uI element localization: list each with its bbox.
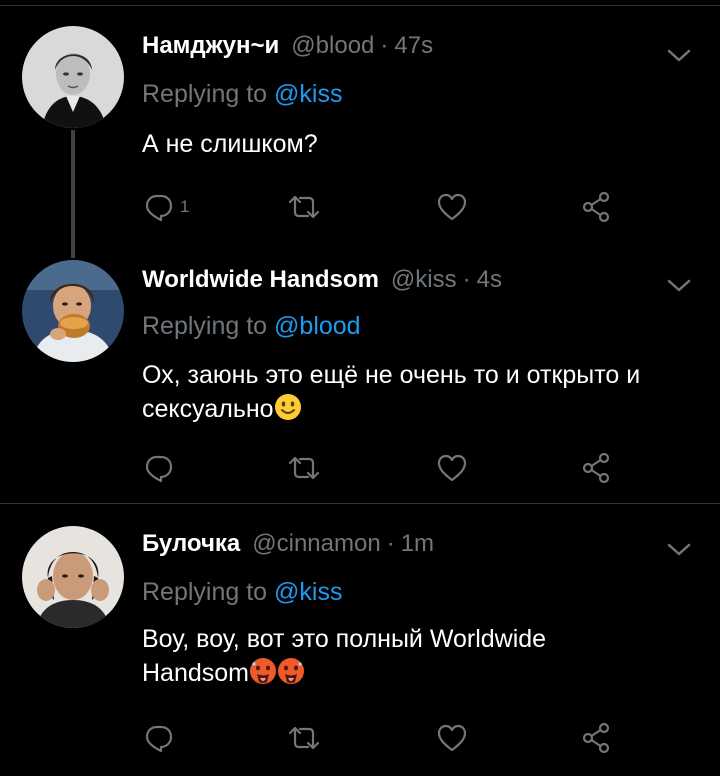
share-button[interactable] <box>580 187 612 227</box>
tweet-actions <box>140 718 620 758</box>
smiling-face-emoji <box>274 393 302 421</box>
thread-line <box>71 246 75 258</box>
reply-icon <box>144 723 174 753</box>
tweet-text-line: Ох, заюнь это ещё не очень то и открыто … <box>142 361 641 389</box>
tweet[interactable]: Намджун~и @blood · 47s Replying to @kiss… <box>0 6 720 246</box>
reply-count: 1 <box>180 197 190 216</box>
handle[interactable]: @blood <box>291 32 374 60</box>
reply-icon <box>144 192 174 222</box>
reply-prefix: Replying to <box>142 80 268 108</box>
replying-to: Replying to @kiss <box>142 578 342 607</box>
avatar[interactable] <box>22 526 124 628</box>
display-name[interactable]: Намджун~и <box>142 32 279 60</box>
avatar[interactable] <box>22 260 124 362</box>
reply-mention[interactable]: @kiss <box>274 80 342 108</box>
tweet-header: Намджун~и @blood · 47s <box>142 32 433 66</box>
share-button[interactable] <box>580 448 612 488</box>
hot-face-emoji <box>249 657 277 685</box>
tweet-actions: 1 <box>140 187 620 227</box>
retweet-icon <box>286 453 322 483</box>
tweet-text-line: сексуально <box>142 392 707 426</box>
chevron-down-icon[interactable] <box>664 540 694 560</box>
reply-button[interactable] <box>144 718 174 758</box>
chevron-down-icon[interactable] <box>664 46 694 66</box>
like-button[interactable] <box>436 718 468 758</box>
tweet-header: Worldwide Handsom @kiss · 4s <box>142 266 502 300</box>
display-name[interactable]: Worldwide Handsom <box>142 266 379 294</box>
handle[interactable]: @kiss <box>391 266 457 294</box>
reply-button[interactable] <box>144 448 174 488</box>
replying-to: Replying to @kiss <box>142 80 342 109</box>
timestamp[interactable]: 1m <box>401 530 434 558</box>
tweet-text: А не слишком? <box>142 130 318 158</box>
replying-to: Replying to @blood <box>142 312 361 341</box>
reply-button[interactable]: 1 <box>144 187 189 227</box>
like-icon <box>436 453 468 483</box>
share-icon <box>580 722 612 754</box>
share-icon <box>580 191 612 223</box>
thread-line <box>71 130 75 246</box>
separator-dot: · <box>462 266 471 293</box>
hot-face-emoji <box>277 657 305 685</box>
reply-prefix: Replying to <box>142 312 268 340</box>
handle[interactable]: @cinnamon <box>252 530 380 558</box>
tweet-text: Ох, заюнь это ещё не очень то и открыто … <box>142 358 707 426</box>
tweet-actions <box>140 448 620 488</box>
timeline: Намджун~и @blood · 47s Replying to @kiss… <box>0 0 720 776</box>
timestamp[interactable]: 47s <box>394 32 433 60</box>
tweet-text-line: Handsom <box>142 656 707 690</box>
like-button[interactable] <box>436 187 468 227</box>
separator-dot: · <box>386 530 395 557</box>
like-icon <box>436 192 468 222</box>
chevron-down-icon[interactable] <box>664 276 694 296</box>
reply-mention[interactable]: @kiss <box>274 578 342 606</box>
timestamp[interactable]: 4s <box>477 266 502 294</box>
tweet[interactable]: Булочка @cinnamon · 1m Replying to @kiss… <box>0 504 720 776</box>
share-button[interactable] <box>580 718 612 758</box>
like-button[interactable] <box>436 448 468 488</box>
reply-prefix: Replying to <box>142 578 268 606</box>
like-icon <box>436 723 468 753</box>
tweet-header: Булочка @cinnamon · 1m <box>142 530 434 564</box>
tweet[interactable]: Worldwide Handsom @kiss · 4s Replying to… <box>0 246 720 504</box>
avatar[interactable] <box>22 26 124 128</box>
tweet-text-fragment: сексуально <box>142 395 274 423</box>
retweet-button[interactable] <box>286 448 322 488</box>
retweet-icon <box>286 723 322 753</box>
retweet-button[interactable] <box>286 718 322 758</box>
retweet-icon <box>286 192 322 222</box>
separator-dot: · <box>380 32 389 59</box>
display-name[interactable]: Булочка <box>142 530 240 558</box>
reply-icon <box>144 453 174 483</box>
retweet-button[interactable] <box>286 187 322 227</box>
share-icon <box>580 452 612 484</box>
tweet-text-line: Воу, воу, вот это полный Worldwide <box>142 625 547 653</box>
reply-mention[interactable]: @blood <box>274 312 361 340</box>
tweet-text-fragment: Handsom <box>142 659 249 687</box>
tweet-text: Воу, воу, вот это полный Worldwide Hands… <box>142 622 707 690</box>
